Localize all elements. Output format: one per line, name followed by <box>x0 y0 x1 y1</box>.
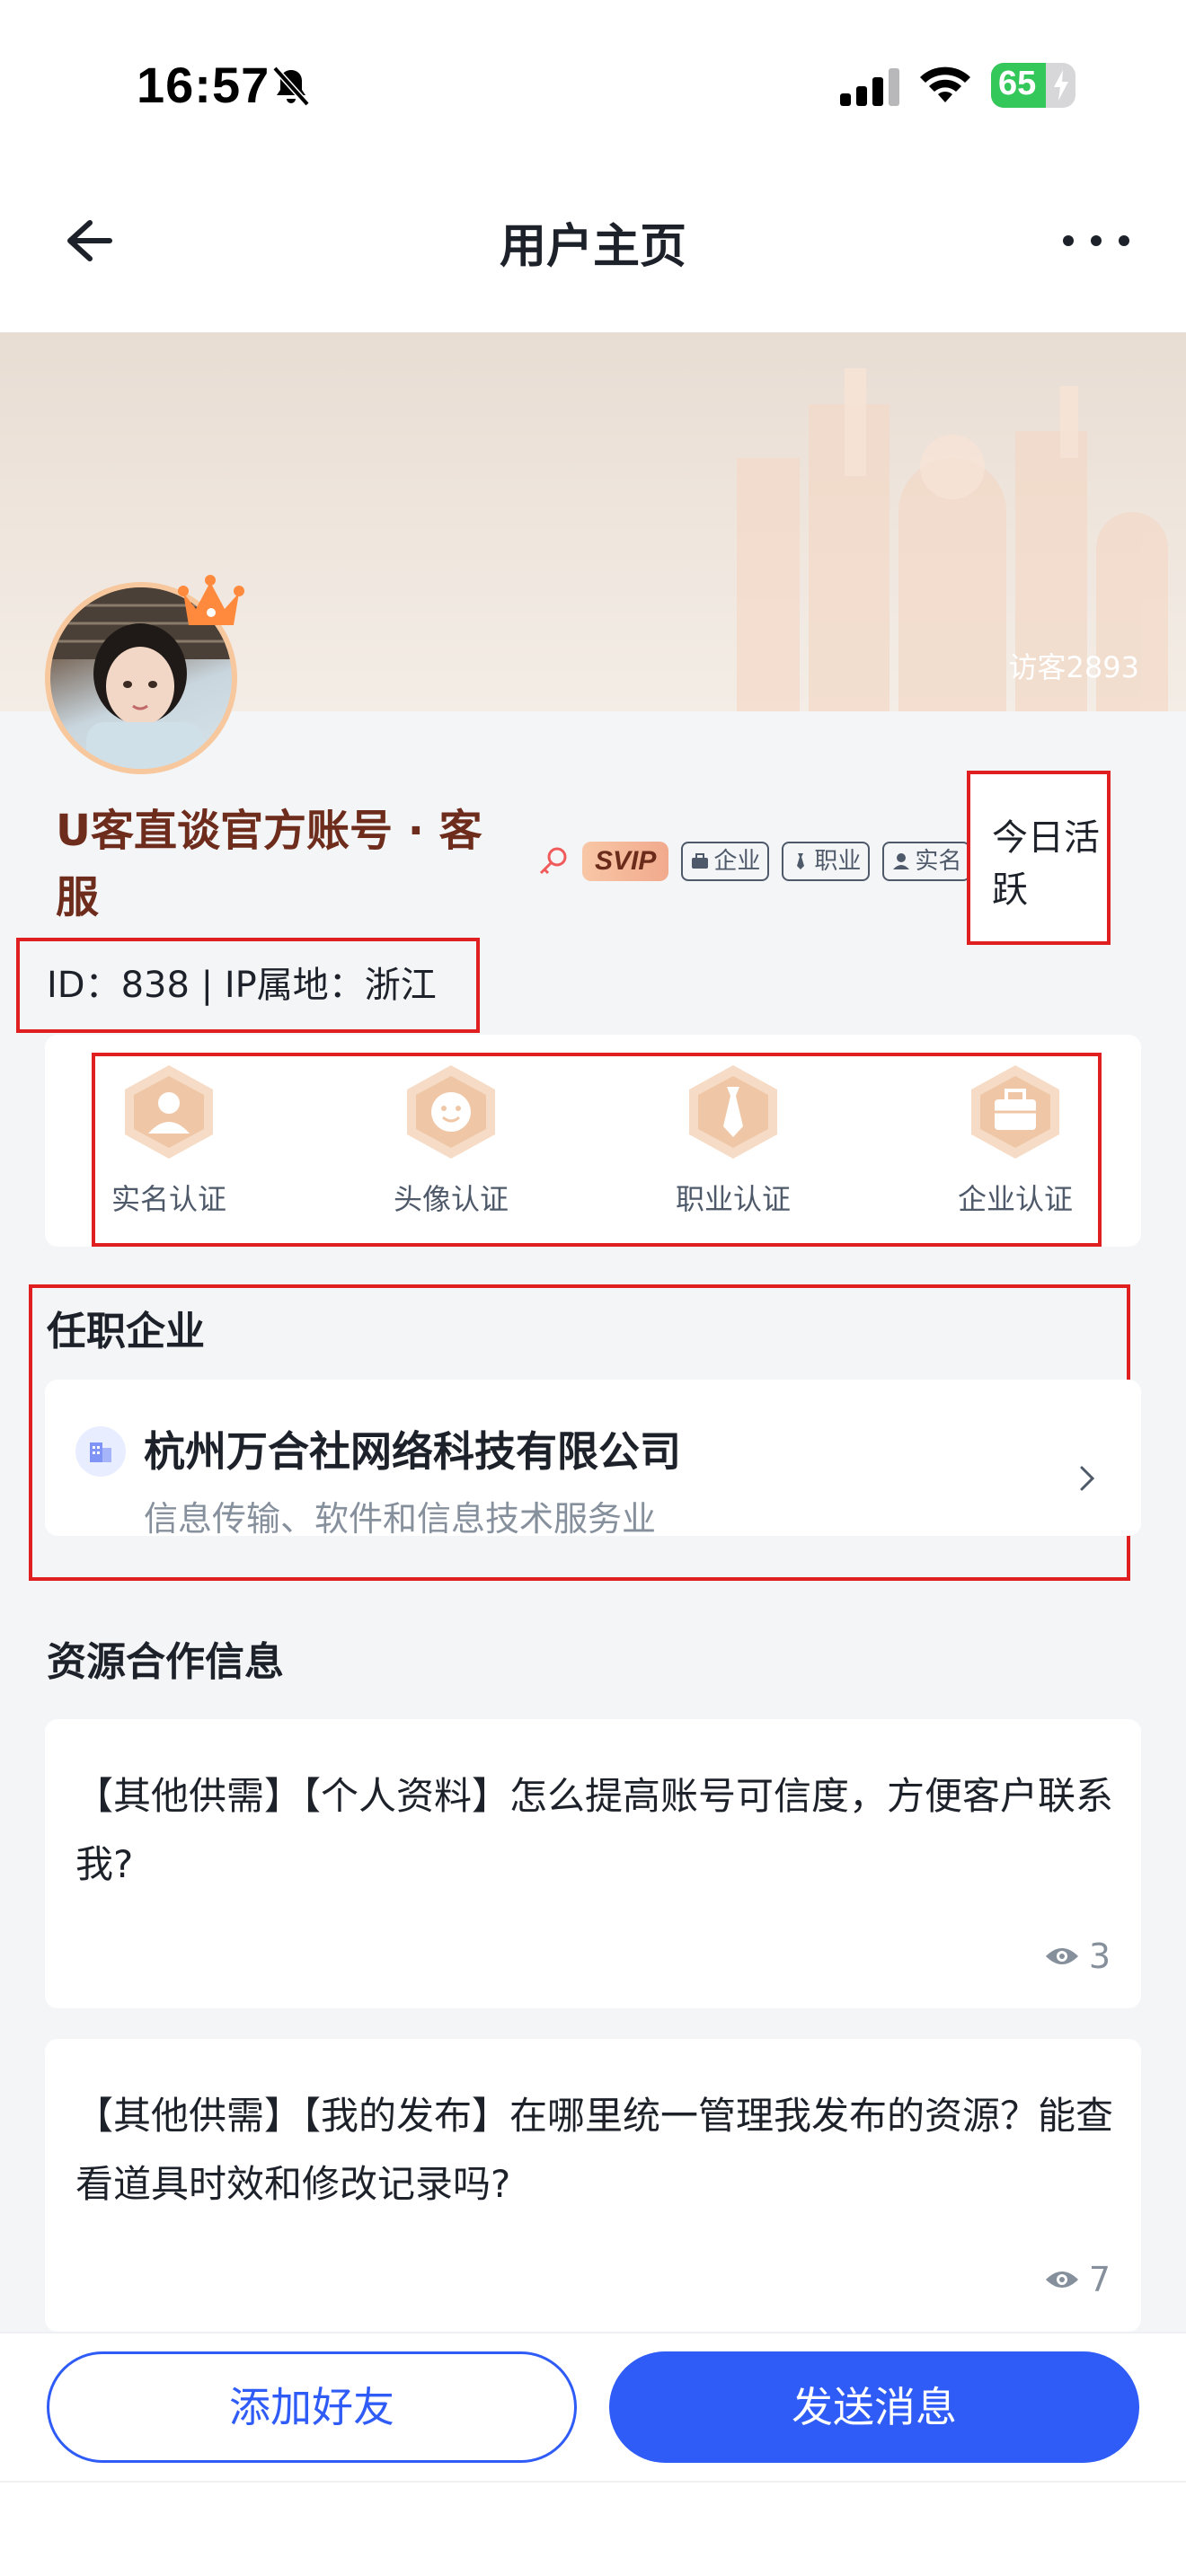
company-industry: 信息传输、软件和信息技术服务业 <box>144 1499 657 1539</box>
eye-icon <box>1045 2272 1078 2288</box>
enterprise-tag: 企业 <box>681 842 770 881</box>
tie-cert-icon <box>689 1065 777 1159</box>
briefcase-cert-icon <box>971 1065 1059 1159</box>
employer-section-title: 任职企业 <box>47 1309 205 1354</box>
briefcase-icon <box>692 853 709 869</box>
resource-item[interactable]: 【其他供需】【个人资料】怎么提高账号可信度，方便客户联系我? 3 <box>45 1719 1141 2008</box>
resource-item[interactable]: 【其他供需】【我的发布】在哪里统一管理我发布的资源？能查看道具时效和修改记录吗?… <box>45 2039 1141 2332</box>
more-icon[interactable] <box>1056 225 1137 257</box>
bell-muted-icon <box>272 66 310 107</box>
bottom-divider <box>0 2481 1186 2483</box>
realname-tag: 实名 <box>882 842 971 881</box>
chevron-right-icon[interactable] <box>1076 1460 1100 1496</box>
cert-enterprise-label: 企业认证 <box>957 1182 1073 1216</box>
view-count: 3 <box>1044 1936 1111 1976</box>
resource-item-text: 【其他供需】【我的发布】在哪里统一管理我发布的资源？能查看道具时效和修改记录吗? <box>75 2094 1114 2206</box>
enterprise-tag-label: 企业 <box>713 848 761 875</box>
signal-icon <box>840 68 899 106</box>
visitor-count: 访客2893 <box>1008 650 1139 684</box>
charging-bolt-icon <box>1054 70 1068 101</box>
cert-avatar-label: 头像认证 <box>393 1182 509 1216</box>
cert-avatar[interactable]: 头像认证 <box>361 1063 541 1218</box>
view-count-value: 7 <box>1088 2260 1111 2299</box>
id-ip-line: ID：838 | IP属地：浙江 <box>16 938 480 1033</box>
send-message-button[interactable]: 发送消息 <box>609 2351 1139 2463</box>
company-name: 杭州万合社网络科技有限公司 <box>144 1427 681 1476</box>
battery-icon: 65 <box>991 63 1075 108</box>
active-today-status: 今日活跃 <box>967 771 1111 945</box>
svip-badge: SVIP <box>582 842 669 881</box>
page-title: 用户主页 <box>499 220 686 274</box>
person-icon <box>893 853 910 869</box>
status-time: 16:57 <box>137 57 270 113</box>
eye-icon <box>1045 1948 1078 1964</box>
cert-enterprise[interactable]: 企业认证 <box>925 1063 1105 1218</box>
resources-section-title: 资源合作信息 <box>47 1639 284 1685</box>
view-count-value: 3 <box>1088 1936 1111 1976</box>
cert-realname[interactable]: 实名认证 <box>79 1063 259 1218</box>
profession-tag: 职业 <box>782 842 871 881</box>
wifi-icon <box>920 66 970 102</box>
badge-row: SVIP 企业 职业 实名 <box>537 839 971 884</box>
cert-profession[interactable]: 职业认证 <box>643 1063 823 1218</box>
realname-tag-label: 实名 <box>915 848 962 875</box>
cert-realname-label: 实名认证 <box>111 1182 226 1216</box>
add-friend-button[interactable]: 添加好友 <box>47 2351 577 2463</box>
profile-name: U客直谈官方账号 · 客服 <box>56 806 482 922</box>
realname-cert-icon <box>125 1065 213 1159</box>
battery-level: 65 <box>998 65 1037 102</box>
key-icon <box>539 847 567 875</box>
building-icon <box>75 1426 126 1477</box>
tie-icon <box>797 853 805 869</box>
resource-item-text: 【其他供需】【个人资料】怎么提高账号可信度，方便客户联系我? <box>75 1774 1114 1886</box>
crown-icon <box>178 575 244 625</box>
view-count: 7 <box>1044 2260 1111 2299</box>
cert-profession-label: 职业认证 <box>675 1182 791 1216</box>
face-cert-icon <box>407 1065 495 1159</box>
profession-tag-label: 职业 <box>814 848 862 875</box>
